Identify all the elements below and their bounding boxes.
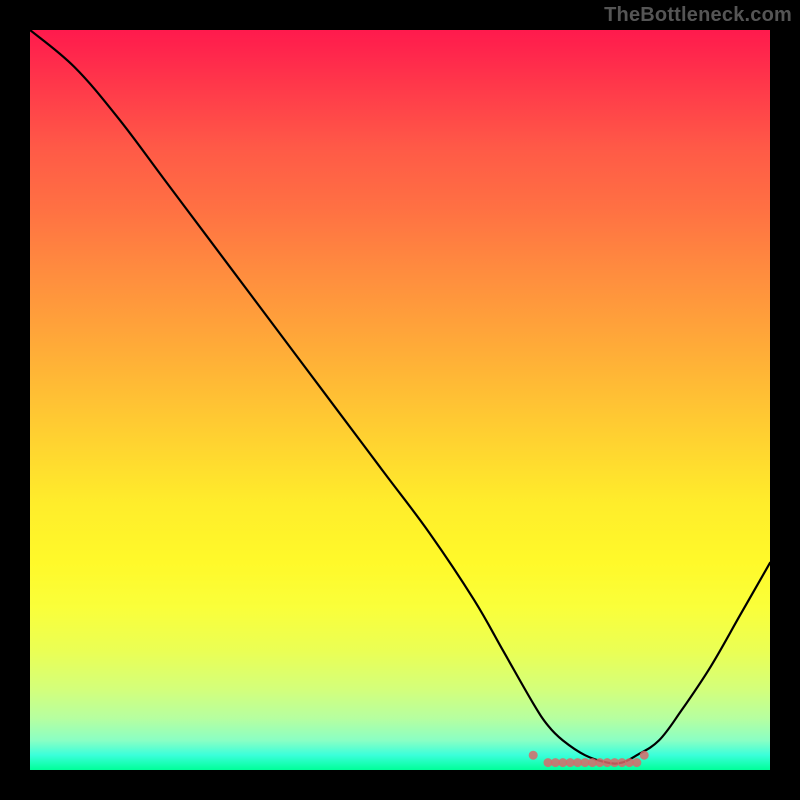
chart-container: TheBottleneck.com	[0, 0, 800, 800]
bottleneck-curve-line	[30, 30, 770, 764]
watermark-text: TheBottleneck.com	[604, 4, 792, 27]
marker-dot	[632, 758, 641, 767]
marker-dot	[640, 751, 649, 760]
no-bottleneck-zone-markers	[529, 751, 649, 767]
marker-dot	[529, 751, 538, 760]
plot-area	[30, 30, 770, 770]
curve-svg	[30, 30, 770, 770]
